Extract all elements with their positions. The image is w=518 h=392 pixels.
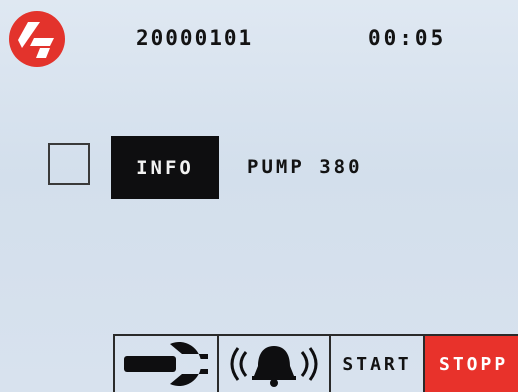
brand-logo-icon[interactable] <box>6 8 68 70</box>
wrench-icon <box>120 342 212 386</box>
device-screen: 20000101 00:05 INFO PUMP 380 START STOPP <box>0 0 518 392</box>
time-display: 00:05 <box>368 26 447 50</box>
bottom-toolbar: START STOPP <box>113 334 518 392</box>
date-display: 20000101 <box>136 26 254 50</box>
alarm-bell-icon <box>224 340 324 388</box>
select-checkbox[interactable] <box>48 143 90 185</box>
stop-button[interactable]: STOPP <box>423 336 518 392</box>
pump-label: PUMP 380 <box>247 156 363 178</box>
settings-button[interactable] <box>113 336 217 392</box>
alarm-button[interactable] <box>217 336 329 392</box>
start-button[interactable]: START <box>329 336 423 392</box>
info-button[interactable]: INFO <box>111 136 219 199</box>
